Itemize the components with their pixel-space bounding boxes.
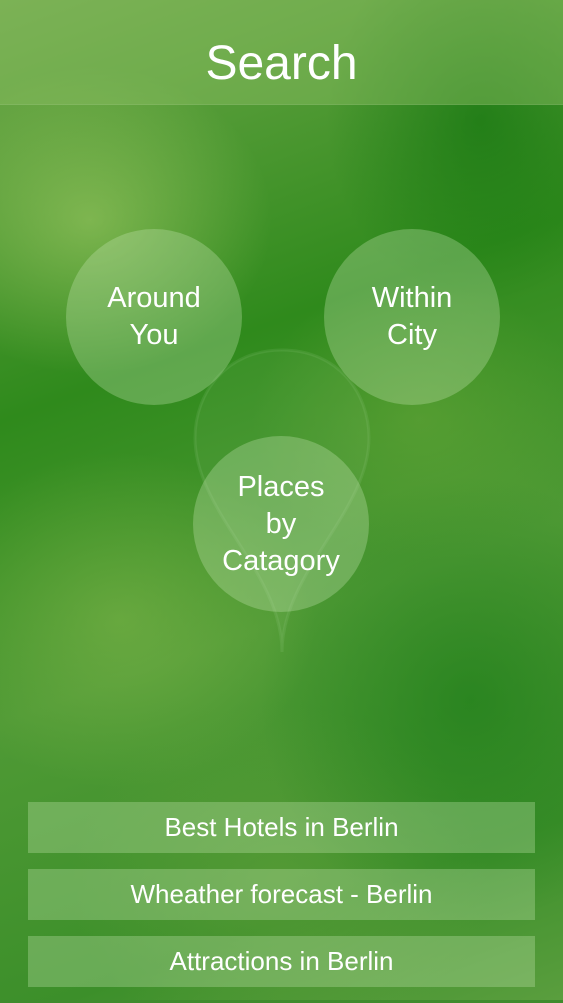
within-city-button[interactable]: Within City bbox=[324, 229, 500, 405]
page-title: Search bbox=[205, 37, 358, 90]
attractions-button[interactable]: Attractions in Berlin bbox=[28, 936, 535, 987]
weather-forecast-button[interactable]: Wheather forecast - Berlin bbox=[28, 869, 535, 920]
best-hotels-button[interactable]: Best Hotels in Berlin bbox=[28, 802, 535, 853]
quick-links: Best Hotels in Berlin Wheather forecast … bbox=[28, 802, 535, 1003]
places-by-category-button[interactable]: Places by Catagory bbox=[193, 436, 369, 612]
around-you-button[interactable]: Around You bbox=[66, 229, 242, 405]
header-bar: Search bbox=[0, 0, 563, 105]
